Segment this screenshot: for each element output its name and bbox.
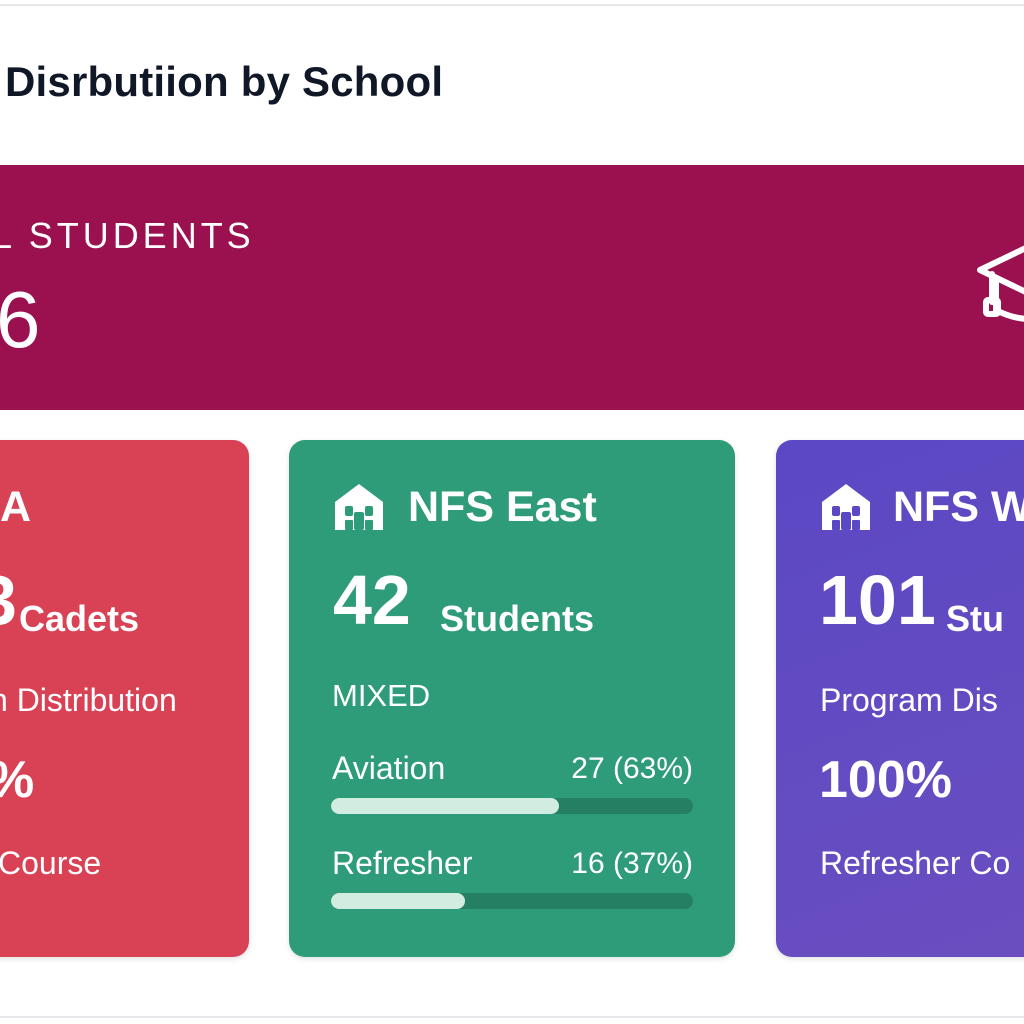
student-count: 101 [819, 561, 936, 639]
section-title: Disrbutiion by School [5, 58, 444, 105]
school-name: NFS W [893, 483, 1024, 531]
gender-type-label: MIXED [332, 678, 431, 713]
program-aviation-value: 27 (63%) [571, 752, 693, 785]
total-students-banner [0, 165, 1024, 410]
program-aviation-label: Aviation [332, 750, 446, 786]
school-name: NFS East [408, 483, 597, 531]
cadet-count-unit: Cadets [19, 598, 140, 639]
program-course-label: Refresher Co [820, 845, 1011, 881]
program-aviation-bar-fill [331, 798, 560, 814]
program-refresher-label: Refresher [332, 845, 473, 881]
student-count: 42 [333, 561, 411, 639]
program-distribution-heading: Program Dis [820, 682, 998, 718]
school-name: A [0, 483, 32, 531]
program-refresher-bar [331, 893, 693, 909]
school-distribution-page: Disrbutiion by School L STUDENTS 6 A 3 C… [0, 0, 1024, 1024]
program-aviation-bar [331, 798, 693, 814]
bottom-divider [0, 1016, 1024, 1018]
school-card-nfs-west[interactable]: NFS W 101 Stu Program Dis 100% Refresher… [776, 440, 1024, 957]
school-building-icon [822, 484, 870, 530]
school-building-icon [335, 484, 383, 530]
program-distribution-heading: n Distribution [0, 682, 177, 718]
cadet-count: 3 [0, 565, 17, 635]
student-count-unit: Students [440, 598, 595, 639]
graduation-cap-icon [977, 245, 1024, 322]
program-percentage: 100% [819, 751, 952, 809]
total-students-label: L STUDENTS [0, 215, 255, 256]
program-percentage: % [0, 750, 34, 810]
school-card-nfs-east[interactable]: NFS East 42 Students MIXED Aviation 27 (… [289, 440, 735, 957]
student-count-unit: Stu [946, 598, 1004, 639]
program-refresher-bar-fill [331, 893, 465, 909]
school-card-a[interactable]: A 3 Cadets n Distribution % Course [0, 440, 249, 957]
total-students-value: 6 [0, 275, 41, 364]
top-divider [0, 4, 1024, 6]
program-course-label: Course [0, 845, 102, 881]
program-refresher-value: 16 (37%) [571, 847, 693, 880]
